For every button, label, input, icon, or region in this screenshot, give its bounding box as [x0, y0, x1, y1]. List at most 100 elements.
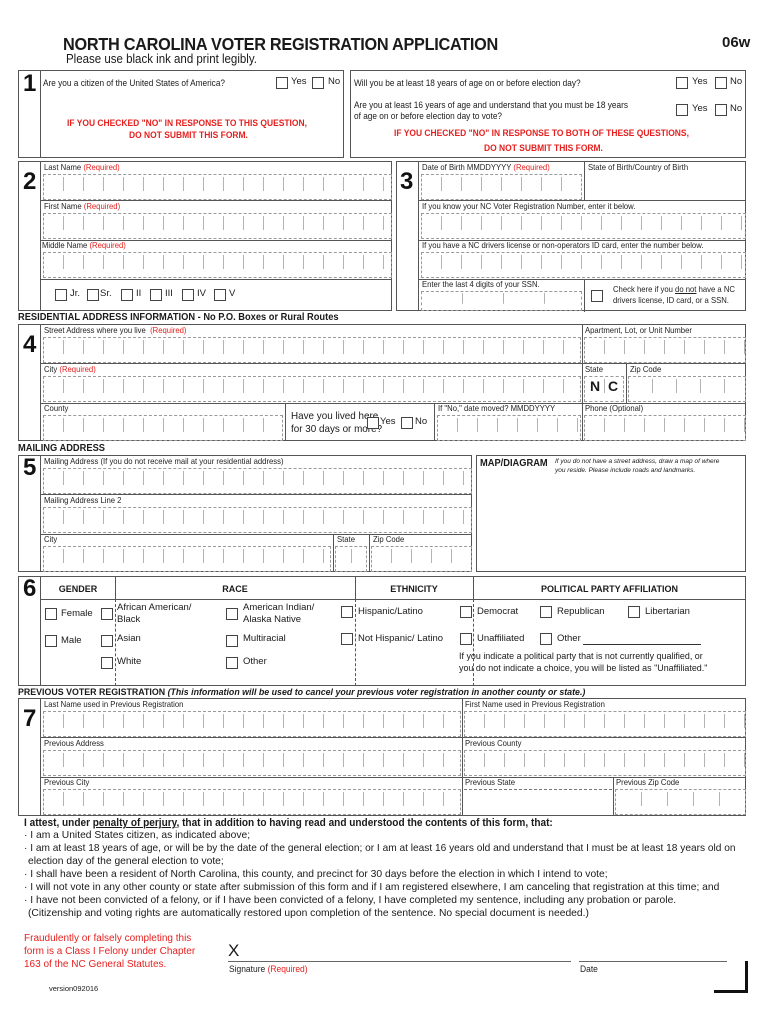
mailing-address-input[interactable] [43, 468, 472, 494]
fraud-warning-line1: Fraudulently or falsely completing this [24, 933, 192, 944]
form-subtitle: Please use black ink and print legibly. [66, 52, 257, 66]
race-american-indian-checkbox[interactable] [226, 608, 238, 620]
prev-zip-input[interactable] [615, 789, 746, 815]
party-libertarian-checkbox[interactable] [628, 606, 640, 618]
party-democrat-label: Democrat [477, 606, 519, 617]
prev-address-input[interactable] [43, 750, 461, 776]
suffix-sr-label: Sr. [100, 288, 112, 299]
party-democrat-checkbox[interactable] [460, 606, 472, 618]
gender-heading: GENDER [58, 584, 98, 594]
no-id-checkbox[interactable] [591, 290, 603, 302]
party-other-input[interactable] [583, 644, 701, 645]
fraud-warning-line2: form is a Class I Felony under Chapter [24, 946, 196, 957]
voter-reg-number-input[interactable] [421, 213, 746, 239]
race-white-checkbox[interactable] [101, 657, 113, 669]
state-label: State [585, 365, 603, 374]
prev-city-label: Previous City [44, 778, 90, 787]
attestation-intro: I attest, under penalty of perjury, that… [24, 817, 553, 829]
ethnicity-hispanic-label: Hispanic/Latino [358, 606, 423, 617]
suffix-iii-label: III [165, 288, 173, 299]
section-number-7: 7 [23, 705, 37, 732]
suffix-iv-checkbox[interactable] [182, 289, 194, 301]
version-label: version092016 [49, 984, 99, 993]
suffix-sr-checkbox[interactable] [87, 289, 99, 301]
apartment-input[interactable] [584, 337, 746, 363]
lived-no-checkbox[interactable] [401, 417, 413, 429]
gender-male-checkbox[interactable] [45, 635, 57, 647]
apartment-label: Apartment, Lot, or Unit Number [585, 326, 692, 335]
middle-name-input[interactable] [43, 252, 392, 278]
date-moved-input[interactable] [437, 415, 581, 441]
county-input[interactable] [43, 415, 283, 441]
ethnicity-not-hispanic-checkbox[interactable] [341, 633, 353, 645]
party-republican-checkbox[interactable] [540, 606, 552, 618]
prev-city-input[interactable] [43, 789, 461, 815]
dob-input[interactable] [421, 174, 582, 200]
ssn-label: Enter the last 4 digits of your SSN. [422, 280, 540, 289]
prev-last-name-input[interactable] [43, 711, 461, 737]
race-other-checkbox[interactable] [226, 657, 238, 669]
party-libertarian-label: Libertarian [645, 606, 690, 617]
suffix-iii-checkbox[interactable] [150, 289, 162, 301]
party-other-label: Other [557, 633, 581, 644]
citizen-yes-checkbox[interactable] [276, 77, 288, 89]
mailing-address-label: Mailing Address (If you do not receive m… [44, 457, 284, 466]
date-input[interactable] [579, 961, 727, 962]
prev-first-name-input[interactable] [464, 711, 746, 737]
ethnicity-hispanic-checkbox[interactable] [341, 606, 353, 618]
citizen-question: Are you a citizen of the United States o… [43, 78, 226, 88]
middle-name-label: Middle Name (Required) [42, 241, 126, 250]
last-name-input[interactable] [43, 174, 392, 200]
age16-no-label: No [730, 103, 743, 114]
map-diagram-title: MAP/DIAGRAM [480, 458, 548, 469]
age18-no-checkbox[interactable] [715, 77, 727, 89]
drivers-license-label: If you have a NC drivers license or non-… [422, 241, 704, 250]
signature-label: Signature (Required) [229, 964, 308, 974]
ssn-input[interactable] [421, 291, 582, 311]
race-multiracial-checkbox[interactable] [226, 635, 238, 647]
prev-county-input[interactable] [464, 750, 746, 776]
age18-yes-checkbox[interactable] [676, 77, 688, 89]
age16-no-checkbox[interactable] [715, 104, 727, 116]
birth-place-label: State of Birth/Country of Birth [588, 163, 689, 172]
mailing-city-input[interactable] [43, 546, 331, 572]
mailing-state-input[interactable] [335, 546, 367, 572]
date-label: Date [580, 964, 598, 974]
age18-no-label: No [730, 76, 743, 87]
map-note-line2: you reside. Please include roads and lan… [555, 467, 696, 474]
age16-yes-checkbox[interactable] [676, 104, 688, 116]
street-input[interactable] [43, 337, 581, 363]
prev-last-name-label: Last Name used in Previous Registration [44, 700, 184, 709]
suffix-v-checkbox[interactable] [214, 289, 226, 301]
gender-female-checkbox[interactable] [45, 608, 57, 620]
ethnicity-not-hispanic-label: Not Hispanic/ Latino [358, 633, 444, 644]
suffix-jr-checkbox[interactable] [55, 289, 67, 301]
zip-input[interactable] [628, 376, 746, 402]
race-asian-checkbox[interactable] [101, 635, 113, 647]
race-african-american-label: African American/Black [117, 602, 192, 625]
mailing-line2-input[interactable] [43, 507, 472, 533]
zip-label: Zip Code [630, 365, 662, 374]
suffix-ii-checkbox[interactable] [121, 289, 133, 301]
fraud-warning: Fraudulently or falsely completing this … [24, 932, 195, 971]
citizen-no-checkbox[interactable] [312, 77, 324, 89]
ethnicity-heading: ETHNICITY [390, 584, 438, 594]
phone-input[interactable] [584, 415, 746, 441]
first-name-input[interactable] [43, 213, 392, 239]
voter-reg-number-label: If you know your NC Voter Registration N… [422, 202, 636, 211]
lived-yes-checkbox[interactable] [367, 417, 379, 429]
prev-state-input[interactable] [464, 790, 612, 815]
party-unaffiliated-checkbox[interactable] [460, 633, 472, 645]
phone-label: Phone (Optional) [585, 404, 644, 413]
map-diagram-area[interactable]: MAP/DIAGRAM If you do not have a street … [476, 455, 746, 572]
party-heading: POLITICAL PARTY AFFILIATION [541, 584, 678, 594]
corner-mark-icon [714, 961, 748, 993]
mailing-city-label: City [44, 535, 58, 544]
suffix-v-label: V [229, 288, 236, 299]
party-other-checkbox[interactable] [540, 633, 552, 645]
signature-input[interactable] [228, 961, 571, 962]
city-input[interactable] [43, 376, 581, 402]
race-african-american-checkbox[interactable] [101, 608, 113, 620]
drivers-license-input[interactable] [421, 252, 746, 278]
mailing-zip-input[interactable] [371, 546, 472, 572]
